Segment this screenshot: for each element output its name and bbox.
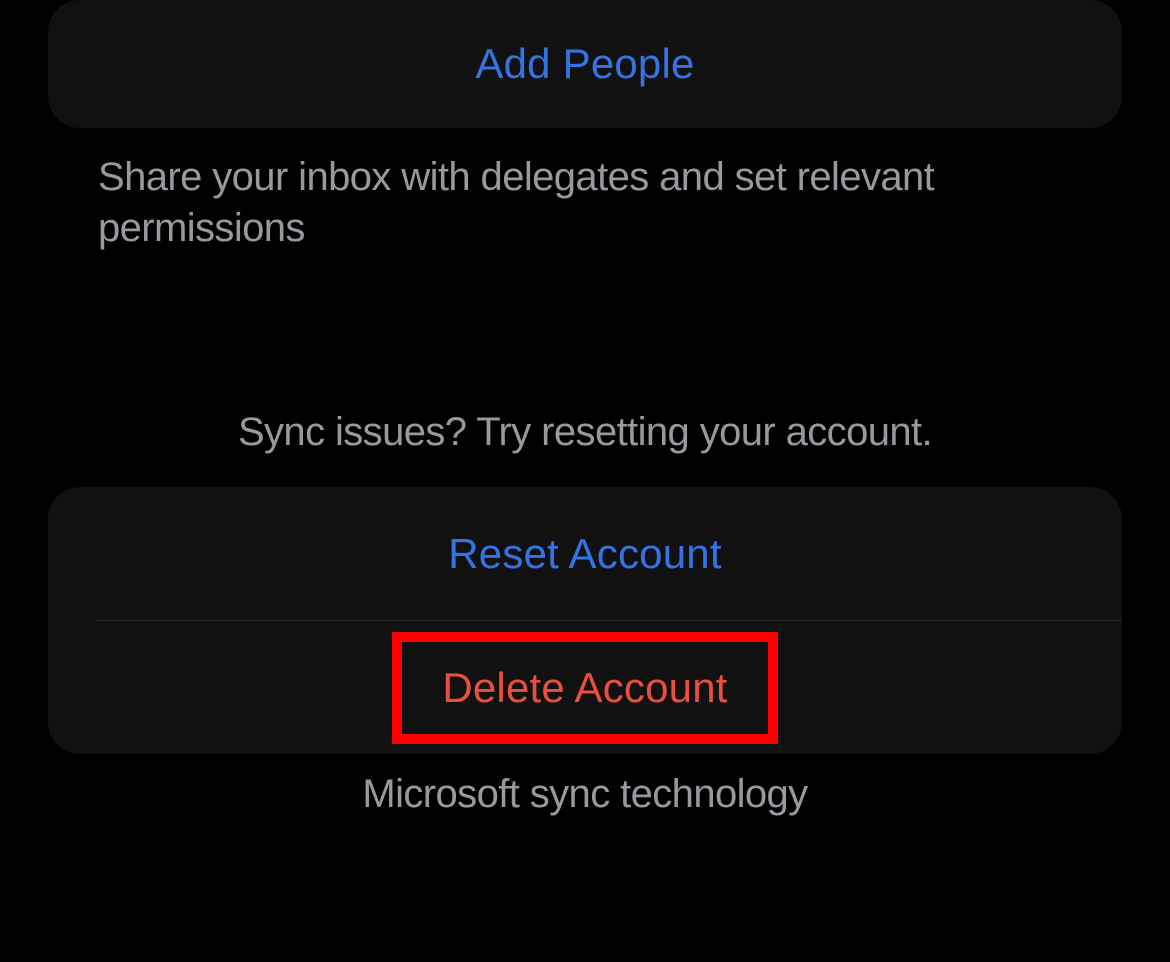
add-people-button[interactable]: Add People <box>475 40 694 88</box>
account-section-header: Sync issues? Try resetting your account. <box>48 410 1122 487</box>
spacer <box>48 254 1122 410</box>
delete-account-highlight: Delete Account <box>392 632 777 744</box>
delete-account-row[interactable]: Delete Account <box>48 621 1122 754</box>
add-people-card: Add People <box>48 0 1122 128</box>
sync-technology-label: Microsoft sync technology <box>48 754 1122 817</box>
delegates-footer-text: Share your inbox with delegates and set … <box>48 128 1122 254</box>
reset-account-row[interactable]: Reset Account <box>48 487 1122 620</box>
account-actions-card: Reset Account Delete Account <box>48 487 1122 754</box>
reset-account-button[interactable]: Reset Account <box>448 530 721 578</box>
delete-account-button[interactable]: Delete Account <box>442 664 727 712</box>
